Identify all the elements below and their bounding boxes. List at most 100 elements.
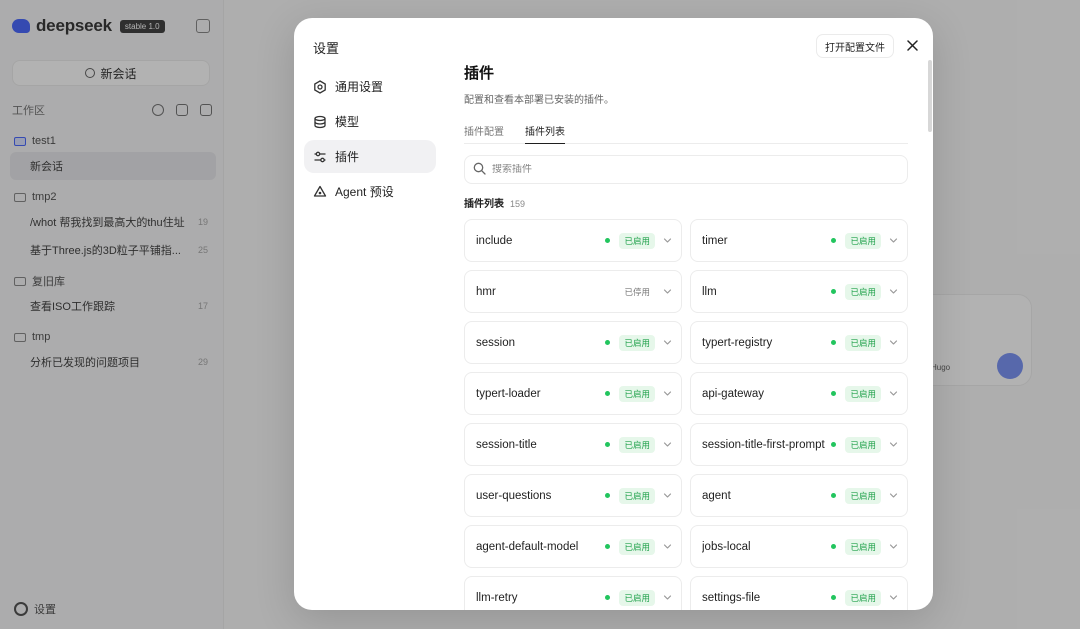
plugin-card[interactable]: session 已启用	[464, 321, 682, 364]
chevron-down-icon[interactable]	[889, 236, 898, 245]
chevron-down-icon[interactable]	[663, 542, 672, 551]
chevron-down-icon[interactable]	[889, 593, 898, 602]
plugin-name: agent-default-model	[476, 540, 579, 553]
status-badge: 已启用	[845, 538, 881, 555]
modal-title: 设置	[313, 41, 340, 56]
plugin-name: jobs-local	[702, 540, 751, 553]
chevron-down-icon[interactable]	[663, 593, 672, 602]
plugin-card[interactable]: api-gateway 已启用	[690, 372, 908, 415]
nav-label: 通用设置	[335, 80, 384, 94]
sliders-icon	[313, 150, 327, 164]
plugin-card[interactable]: timer 已启用	[690, 219, 908, 262]
chevron-down-icon[interactable]	[889, 389, 898, 398]
status-badge: 已启用	[845, 589, 881, 606]
status-badge: 已启用	[619, 334, 655, 351]
plugin-card[interactable]: agent-default-model 已启用	[464, 525, 682, 568]
plugin-grid: include 已启用 timer 已启用 hmr 已停用 llm 已启用 session 已启用…	[464, 219, 908, 610]
status-dot	[831, 238, 837, 243]
status-dot	[605, 391, 611, 396]
section-description: 配置和查看本部署已安装的插件。	[464, 95, 614, 106]
plugin-list-header: 插件列表 159	[464, 195, 525, 210]
plugin-card[interactable]: hmr 已停用	[464, 270, 682, 313]
plugin-name: llm-retry	[476, 591, 518, 604]
status-badge: 已启用	[845, 283, 881, 300]
plugin-list-title: 插件列表	[464, 199, 504, 210]
plugin-card[interactable]: session-title-first-prompt 已启用	[690, 423, 908, 466]
nav-general-settings[interactable]: 通用设置	[304, 70, 436, 103]
chevron-down-icon[interactable]	[663, 389, 672, 398]
status-dot	[605, 238, 611, 243]
status-dot	[831, 340, 837, 345]
status-badge: 已启用	[619, 487, 655, 504]
status-badge: 已启用	[845, 334, 881, 351]
status-badge: 已启用	[619, 538, 655, 555]
nav-models[interactable]: 模型	[304, 105, 436, 138]
chevron-down-icon[interactable]	[889, 287, 898, 296]
status-badge: 已启用	[619, 589, 655, 606]
chevron-down-icon[interactable]	[663, 440, 672, 449]
status-dot	[831, 493, 837, 498]
recycle-icon	[313, 185, 327, 199]
plugin-card[interactable]: user-questions 已启用	[464, 474, 682, 517]
search-input[interactable]	[492, 164, 892, 175]
plugin-tabs: 插件配置 插件列表	[464, 120, 908, 144]
chevron-down-icon[interactable]	[889, 338, 898, 347]
chevron-down-icon[interactable]	[889, 491, 898, 500]
plugin-card[interactable]: agent 已启用	[690, 474, 908, 517]
plugins-panel: 插件 配置和查看本部署已安装的插件。 插件配置 插件列表 插件列表 159 in…	[464, 18, 908, 610]
plugin-name: include	[476, 234, 513, 247]
status-badge: 已启用	[619, 232, 655, 249]
status-dot	[605, 595, 611, 600]
status-dot	[831, 391, 837, 396]
status-badge: 已启用	[845, 385, 881, 402]
plugin-card[interactable]: llm-retry 已启用	[464, 576, 682, 610]
chevron-down-icon[interactable]	[663, 287, 672, 296]
status-dot	[831, 544, 837, 549]
tab-plugin-list[interactable]: 插件列表	[525, 123, 565, 144]
settings-modal: 设置 通用设置 模型 插件 Agent 预设 打开配置文件 插件 配置和查看本部…	[294, 18, 933, 610]
nav-label: Agent 预设	[335, 185, 394, 199]
status-badge: 已启用	[619, 385, 655, 402]
plugin-name: typert-registry	[702, 336, 773, 349]
plugin-name: llm	[702, 285, 717, 298]
settings-nav: 通用设置 模型 插件 Agent 预设	[304, 70, 436, 210]
plugin-name: agent	[702, 489, 731, 502]
plugin-card[interactable]: llm 已启用	[690, 270, 908, 313]
status-dot	[831, 442, 837, 447]
section-title: 插件	[464, 65, 495, 82]
search-icon	[473, 162, 486, 178]
plugin-name: session-title	[476, 438, 537, 451]
status-dot	[605, 544, 611, 549]
nav-plugins[interactable]: 插件	[304, 140, 436, 173]
plugin-card[interactable]: typert-registry 已启用	[690, 321, 908, 364]
chevron-down-icon[interactable]	[663, 338, 672, 347]
chevron-down-icon[interactable]	[889, 542, 898, 551]
plugin-name: hmr	[476, 285, 496, 298]
nav-agent-presets[interactable]: Agent 预设	[304, 175, 436, 208]
chevron-down-icon[interactable]	[889, 440, 898, 449]
tab-plugin-config[interactable]: 插件配置	[464, 123, 504, 144]
nav-label: 模型	[335, 115, 360, 129]
plugin-card[interactable]: include 已启用	[464, 219, 682, 262]
plugin-name: session-title-first-prompt	[702, 438, 825, 451]
plugin-name: session	[476, 336, 515, 349]
status-dot	[831, 595, 837, 600]
status-badge: 已启用	[619, 436, 655, 453]
status-badge: 已停用	[624, 286, 650, 297]
plugin-name: user-questions	[476, 489, 552, 502]
plugin-name: api-gateway	[702, 387, 765, 400]
plugin-search	[464, 155, 908, 184]
plugin-card[interactable]: settings-file 已启用	[690, 576, 908, 610]
plugin-card[interactable]: session-title 已启用	[464, 423, 682, 466]
status-badge: 已启用	[845, 436, 881, 453]
status-dot	[605, 442, 611, 447]
chevron-down-icon[interactable]	[663, 236, 672, 245]
chevron-down-icon[interactable]	[663, 491, 672, 500]
nav-label: 插件	[335, 150, 360, 164]
plugin-name: settings-file	[702, 591, 761, 604]
plugin-card[interactable]: jobs-local 已启用	[690, 525, 908, 568]
plugin-card[interactable]: typert-loader 已启用	[464, 372, 682, 415]
status-dot	[831, 289, 837, 294]
status-dot	[605, 493, 611, 498]
scrollbar-thumb[interactable]	[928, 60, 932, 132]
